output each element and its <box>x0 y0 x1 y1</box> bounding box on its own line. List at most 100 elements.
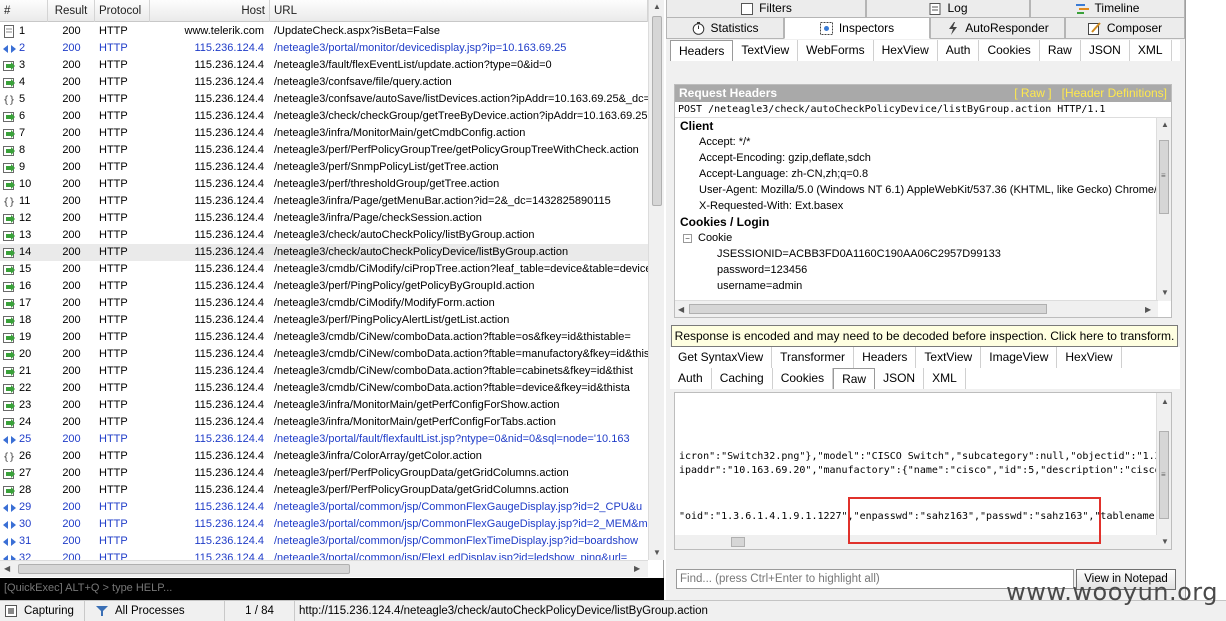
scroll-down-icon[interactable]: ▼ <box>1161 537 1169 546</box>
scrollbar-thumb[interactable]: ≡ <box>1159 431 1169 519</box>
tab-textview[interactable]: TextView <box>733 40 799 61</box>
session-row[interactable]: 13 200 HTTP 115.236.124.4/neteagle3/check/a… <box>0 227 648 244</box>
session-row[interactable]: 12 200 HTTP 115.236.124.4/neteagle3/infra/P… <box>0 210 648 227</box>
scrollbar-thumb[interactable] <box>18 564 350 574</box>
scroll-right-icon[interactable]: ▶ <box>1145 305 1151 314</box>
scroll-left-icon[interactable]: ◀ <box>678 305 684 314</box>
scroll-up-icon[interactable]: ▲ <box>1161 120 1169 129</box>
session-row[interactable]: 32 200 HTTP 115.236.124.4/neteagle3/portal/… <box>0 550 648 560</box>
tab-cookies[interactable]: Cookies <box>979 40 1040 61</box>
tab-headers[interactable]: Headers <box>670 40 734 61</box>
session-num: 24 <box>0 414 48 431</box>
session-row[interactable]: 1 200 HTTP www.telerik.com/UpdateCheck.aspx… <box>0 23 648 40</box>
tab-json[interactable]: JSON <box>875 368 925 389</box>
response-raw-view[interactable]: icron":"Switch32.png"},"model":"CISCO Sw… <box>674 392 1172 550</box>
session-row[interactable]: 6 200 HTTP 115.236.124.4/neteagle3/check/ch… <box>0 108 648 125</box>
scrollbar-thumb[interactable] <box>652 16 662 206</box>
tab-timeline[interactable]: Timeline <box>1030 0 1185 18</box>
session-row[interactable]: 15 200 HTTP 115.236.124.4/neteagle3/cmdb/Ci… <box>0 261 648 278</box>
tab-webforms[interactable]: WebForms <box>798 40 874 61</box>
tab-caching[interactable]: Caching <box>712 368 773 389</box>
session-row[interactable]: 8 200 HTTP 115.236.124.4/neteagle3/perf/Per… <box>0 142 648 159</box>
session-row[interactable]: {} 26 200 HTTP 115.236.124.4/neteagle3/infra… <box>0 448 648 465</box>
session-host: 115.236.124.4 <box>194 382 264 394</box>
raw-link[interactable]: [ Raw ] <box>1014 86 1051 100</box>
tab-composer[interactable]: Composer <box>1065 18 1185 39</box>
session-row[interactable]: 24 200 HTTP 115.236.124.4/neteagle3/infra/M… <box>0 414 648 431</box>
session-row[interactable]: 20 200 HTTP 115.236.124.4/neteagle3/cmdb/Ci… <box>0 346 648 363</box>
tab-hexview[interactable]: HexView <box>874 40 938 61</box>
session-row[interactable]: 21 200 HTTP 115.236.124.4/neteagle3/cmdb/Ci… <box>0 363 648 380</box>
tab-hexview[interactable]: HexView <box>1057 347 1122 368</box>
tab-json[interactable]: JSON <box>1081 40 1130 61</box>
session-row[interactable]: 9 200 HTTP 115.236.124.4/neteagle3/perf/Snm… <box>0 159 648 176</box>
session-result: 200 <box>62 280 81 292</box>
tab-cookies[interactable]: Cookies <box>773 368 834 389</box>
session-row[interactable]: 10 200 HTTP 115.236.124.4/neteagle3/perf/th… <box>0 176 648 193</box>
request-vertical-scrollbar[interactable]: ▲ ≡ ▼ <box>1156 118 1171 301</box>
scroll-up-icon[interactable]: ▲ <box>1161 397 1169 406</box>
process-filter[interactable]: All Processes <box>85 600 225 621</box>
request-horizontal-scrollbar[interactable]: ◀ ▶ <box>675 300 1158 317</box>
tab-log[interactable]: Log <box>866 0 1030 18</box>
column-header-result[interactable]: Result <box>48 0 95 22</box>
tab-statistics[interactable]: Statistics <box>666 18 784 39</box>
session-row[interactable]: 29 200 HTTP 115.236.124.4/neteagle3/portal/… <box>0 499 648 516</box>
tab-get-syntaxview[interactable]: Get SyntaxView <box>670 347 773 368</box>
tab-raw[interactable]: Raw <box>1040 40 1081 61</box>
scroll-left-icon[interactable]: ◀ <box>4 564 10 573</box>
tab-transformer[interactable]: Transformer <box>772 347 855 368</box>
tab-imageview[interactable]: ImageView <box>981 347 1058 368</box>
tab-xml[interactable]: XML <box>1130 40 1172 61</box>
sessions-horizontal-scrollbar[interactable]: ◀ ▶ <box>0 560 648 577</box>
column-header-url[interactable]: URL <box>270 0 648 22</box>
session-row[interactable]: {} 5 200 HTTP 115.236.124.4/neteagle3/confsa… <box>0 91 649 108</box>
scroll-right-icon[interactable]: ▶ <box>634 564 640 573</box>
capturing-indicator[interactable]: Capturing <box>0 600 85 621</box>
header-definitions-link[interactable]: [Header Definitions] <box>1062 86 1167 100</box>
tab-textview[interactable]: TextView <box>916 347 982 368</box>
column-header-protocol[interactable]: Protocol <box>95 0 150 22</box>
session-row[interactable]: 16 200 HTTP 115.236.124.4/neteagle3/perf/Pi… <box>0 278 648 295</box>
scrollbar-thumb[interactable]: ≡ <box>1159 140 1169 214</box>
session-row[interactable]: 25 200 HTTP 115.236.124.4/neteagle3/portal/… <box>0 431 648 448</box>
scroll-up-icon[interactable]: ▲ <box>653 2 661 11</box>
scrollbar-thumb[interactable] <box>731 537 745 547</box>
session-row[interactable]: 18 200 HTTP 115.236.124.4/neteagle3/perf/Pi… <box>0 312 648 329</box>
response-vertical-scrollbar[interactable]: ▲ ≡ ▼ <box>1156 393 1171 549</box>
response-horizontal-scrollbar[interactable] <box>675 535 1158 549</box>
scrollbar-thumb[interactable] <box>689 304 1047 314</box>
tab-auth[interactable]: Auth <box>938 40 980 61</box>
quickexec-input[interactable]: [QuickExec] ALT+Q > type HELP... <box>0 578 664 600</box>
session-row[interactable]: 28 200 HTTP 115.236.124.4/neteagle3/perf/Pe… <box>0 482 648 499</box>
session-row[interactable]: 31 200 HTTP 115.236.124.4/neteagle3/portal/… <box>0 533 648 550</box>
session-row[interactable]: 19 200 HTTP 115.236.124.4/neteagle3/cmdb/Ci… <box>0 329 648 346</box>
session-row[interactable]: 4 200 HTTP 115.236.124.4/neteagle3/confsave… <box>0 74 648 91</box>
collapse-icon[interactable]: − <box>683 233 692 243</box>
session-row[interactable]: 17 200 HTTP 115.236.124.4/neteagle3/cmdb/Ci… <box>0 295 648 312</box>
session-row[interactable]: 3 200 HTTP 115.236.124.4/neteagle3/fault/fl… <box>0 57 648 74</box>
session-row[interactable]: 22 200 HTTP 115.236.124.4/neteagle3/cmdb/Ci… <box>0 380 648 397</box>
column-header-num[interactable]: # <box>0 0 48 22</box>
tab-filters[interactable]: Filters <box>666 0 866 18</box>
scroll-down-icon[interactable]: ▼ <box>653 548 661 557</box>
cookie-node[interactable]: − Cookie <box>675 230 1171 246</box>
session-row[interactable]: {} 11 200 HTTP 115.236.124.4/neteagle3/infra… <box>0 193 648 210</box>
script-icon <box>2 25 16 38</box>
session-row[interactable]: 7 200 HTTP 115.236.124.4/neteagle3/infra/Mo… <box>0 125 648 142</box>
tab-auth[interactable]: Auth <box>670 368 712 389</box>
scroll-down-icon[interactable]: ▼ <box>1161 288 1169 297</box>
response-encoded-warning[interactable]: Response is encoded and may need to be d… <box>671 325 1178 347</box>
session-row[interactable]: 2 200 HTTP 115.236.124.4/neteagle3/portal/m… <box>0 40 648 57</box>
tab-inspectors[interactable]: Inspectors <box>784 18 930 39</box>
sessions-vertical-scrollbar[interactable]: ▲ ▼ <box>648 0 664 560</box>
tab-headers[interactable]: Headers <box>854 347 917 368</box>
session-row[interactable]: 23 200 HTTP 115.236.124.4/neteagle3/infra/M… <box>0 397 648 414</box>
session-row[interactable]: 14 200 HTTP 115.236.124.4/neteagle3/check/a… <box>0 244 648 261</box>
tab-xml[interactable]: XML <box>924 368 966 389</box>
session-row[interactable]: 30 200 HTTP 115.236.124.4/neteagle3/portal/… <box>0 516 648 533</box>
tab-autoresponder[interactable]: AutoResponder <box>930 18 1065 39</box>
column-header-host[interactable]: Host <box>150 0 270 22</box>
session-row[interactable]: 27 200 HTTP 115.236.124.4/neteagle3/perf/Pe… <box>0 465 648 482</box>
tab-raw[interactable]: Raw <box>833 368 876 389</box>
